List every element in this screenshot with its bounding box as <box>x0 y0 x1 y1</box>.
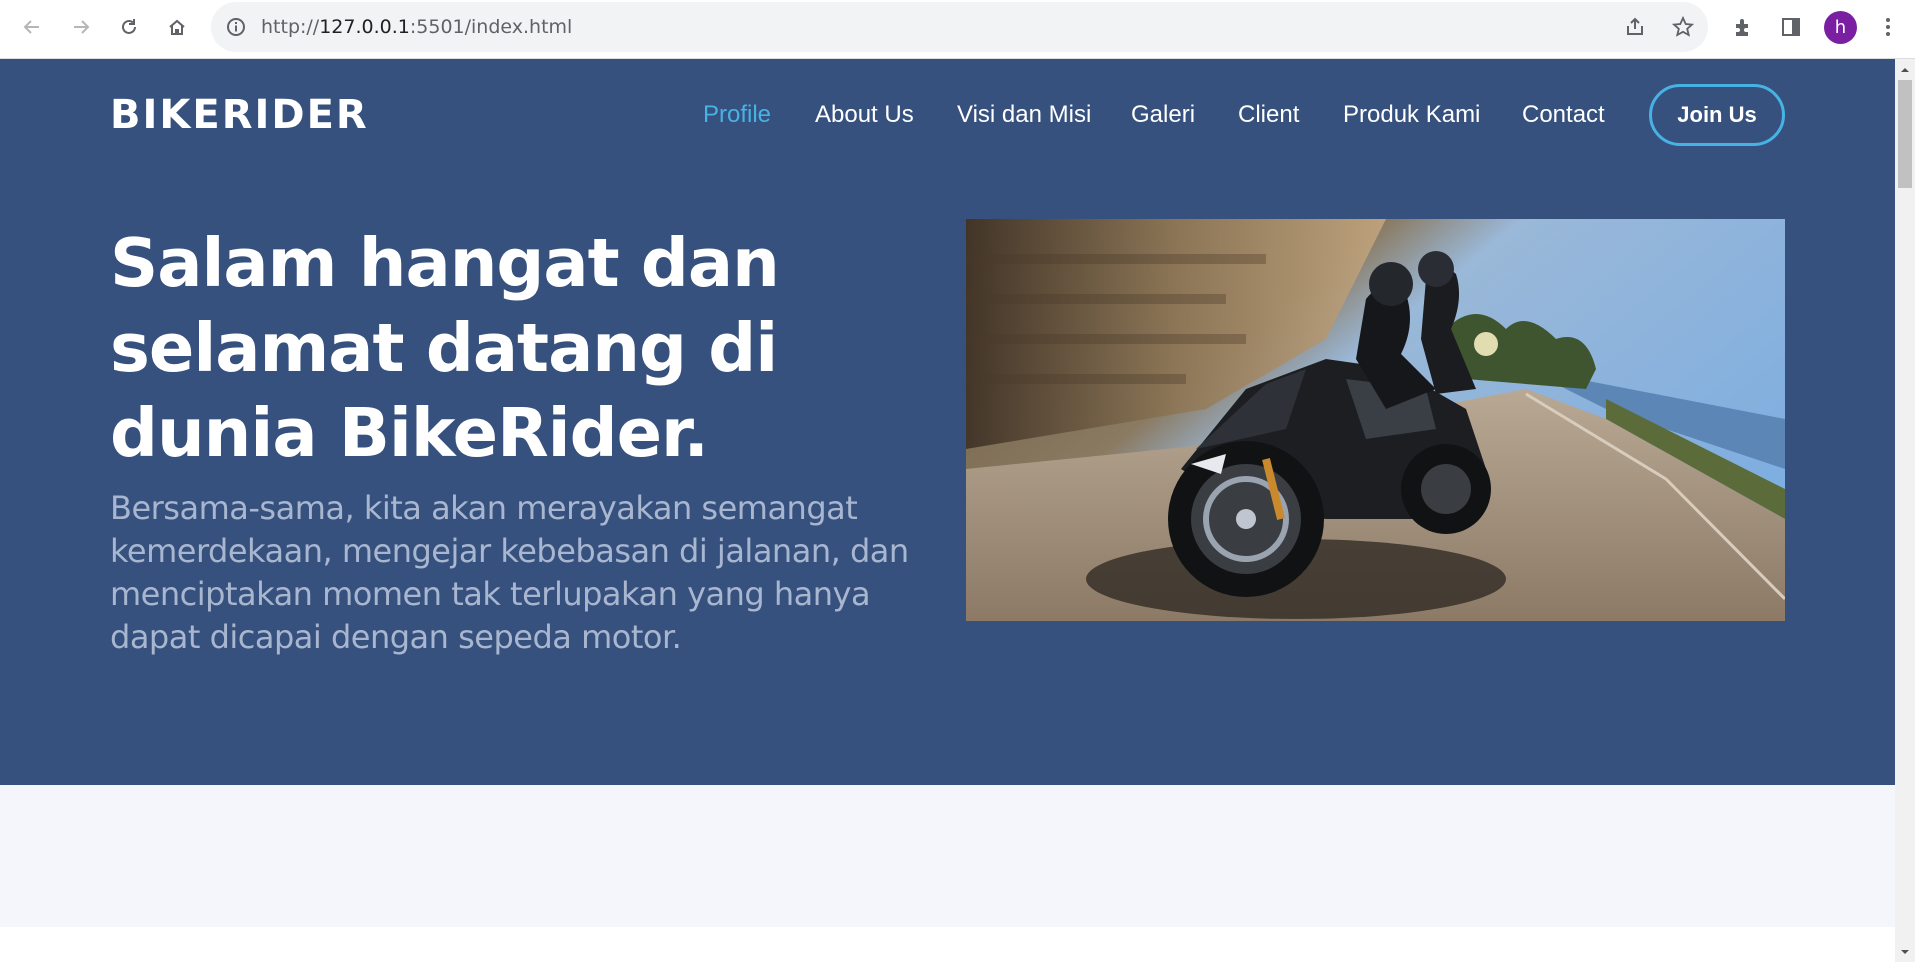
forward-icon[interactable] <box>66 12 96 42</box>
share-icon[interactable] <box>1623 15 1647 39</box>
scrollbar-thumb[interactable] <box>1898 80 1912 188</box>
address-bar[interactable]: http://127.0.0.1:5501/index.html <box>211 2 1708 52</box>
browser-toolbar: http://127.0.0.1:5501/index.html h <box>0 0 1915 59</box>
hero-section: BIKERIDER Profile About Us Visi dan Misi… <box>0 59 1895 785</box>
join-us-button[interactable]: Join Us <box>1649 84 1785 146</box>
more-menu-icon[interactable] <box>1873 12 1903 42</box>
page-viewport: BIKERIDER Profile About Us Visi dan Misi… <box>0 59 1895 962</box>
profile-avatar[interactable]: h <box>1824 11 1857 44</box>
next-section <box>0 785 1895 927</box>
nav-galeri[interactable]: Galeri <box>1131 101 1195 129</box>
url-host: 127.0.0.1 <box>319 16 410 38</box>
site-logo[interactable]: BIKERIDER <box>110 92 369 138</box>
scroll-down-icon[interactable] <box>1895 943 1915 960</box>
url-path: :5501/index.html <box>409 16 573 38</box>
bookmark-star-icon[interactable] <box>1671 15 1695 39</box>
hero-motorcycle-image <box>966 219 1785 621</box>
page-scrollbar[interactable] <box>1895 59 1915 962</box>
nav-contact[interactable]: Contact <box>1522 101 1605 129</box>
nav-about-us[interactable]: About Us <box>815 101 914 129</box>
nav-produk-kami[interactable]: Produk Kami <box>1343 101 1480 129</box>
side-panel-icon[interactable] <box>1776 12 1806 42</box>
info-icon[interactable] <box>226 17 246 37</box>
nav-profile[interactable]: Profile <box>703 101 771 129</box>
reload-icon[interactable] <box>114 12 144 42</box>
scroll-up-icon[interactable] <box>1895 61 1915 78</box>
back-icon[interactable] <box>17 12 47 42</box>
url-scheme: http:// <box>261 16 320 38</box>
avatar-initial: h <box>1834 17 1847 38</box>
extensions-icon[interactable] <box>1728 12 1758 42</box>
hero-subtext: Bersama-sama, kita akan merayakan semang… <box>110 489 909 656</box>
nav-visi-misi[interactable]: Visi dan Misi <box>957 101 1091 129</box>
home-icon[interactable] <box>162 12 192 42</box>
nav-client[interactable]: Client <box>1238 101 1299 129</box>
hero-headline: Salam hangat dan selamat datang di dunia… <box>110 224 780 472</box>
url-text[interactable]: http://127.0.0.1:5501/index.html <box>261 16 572 38</box>
